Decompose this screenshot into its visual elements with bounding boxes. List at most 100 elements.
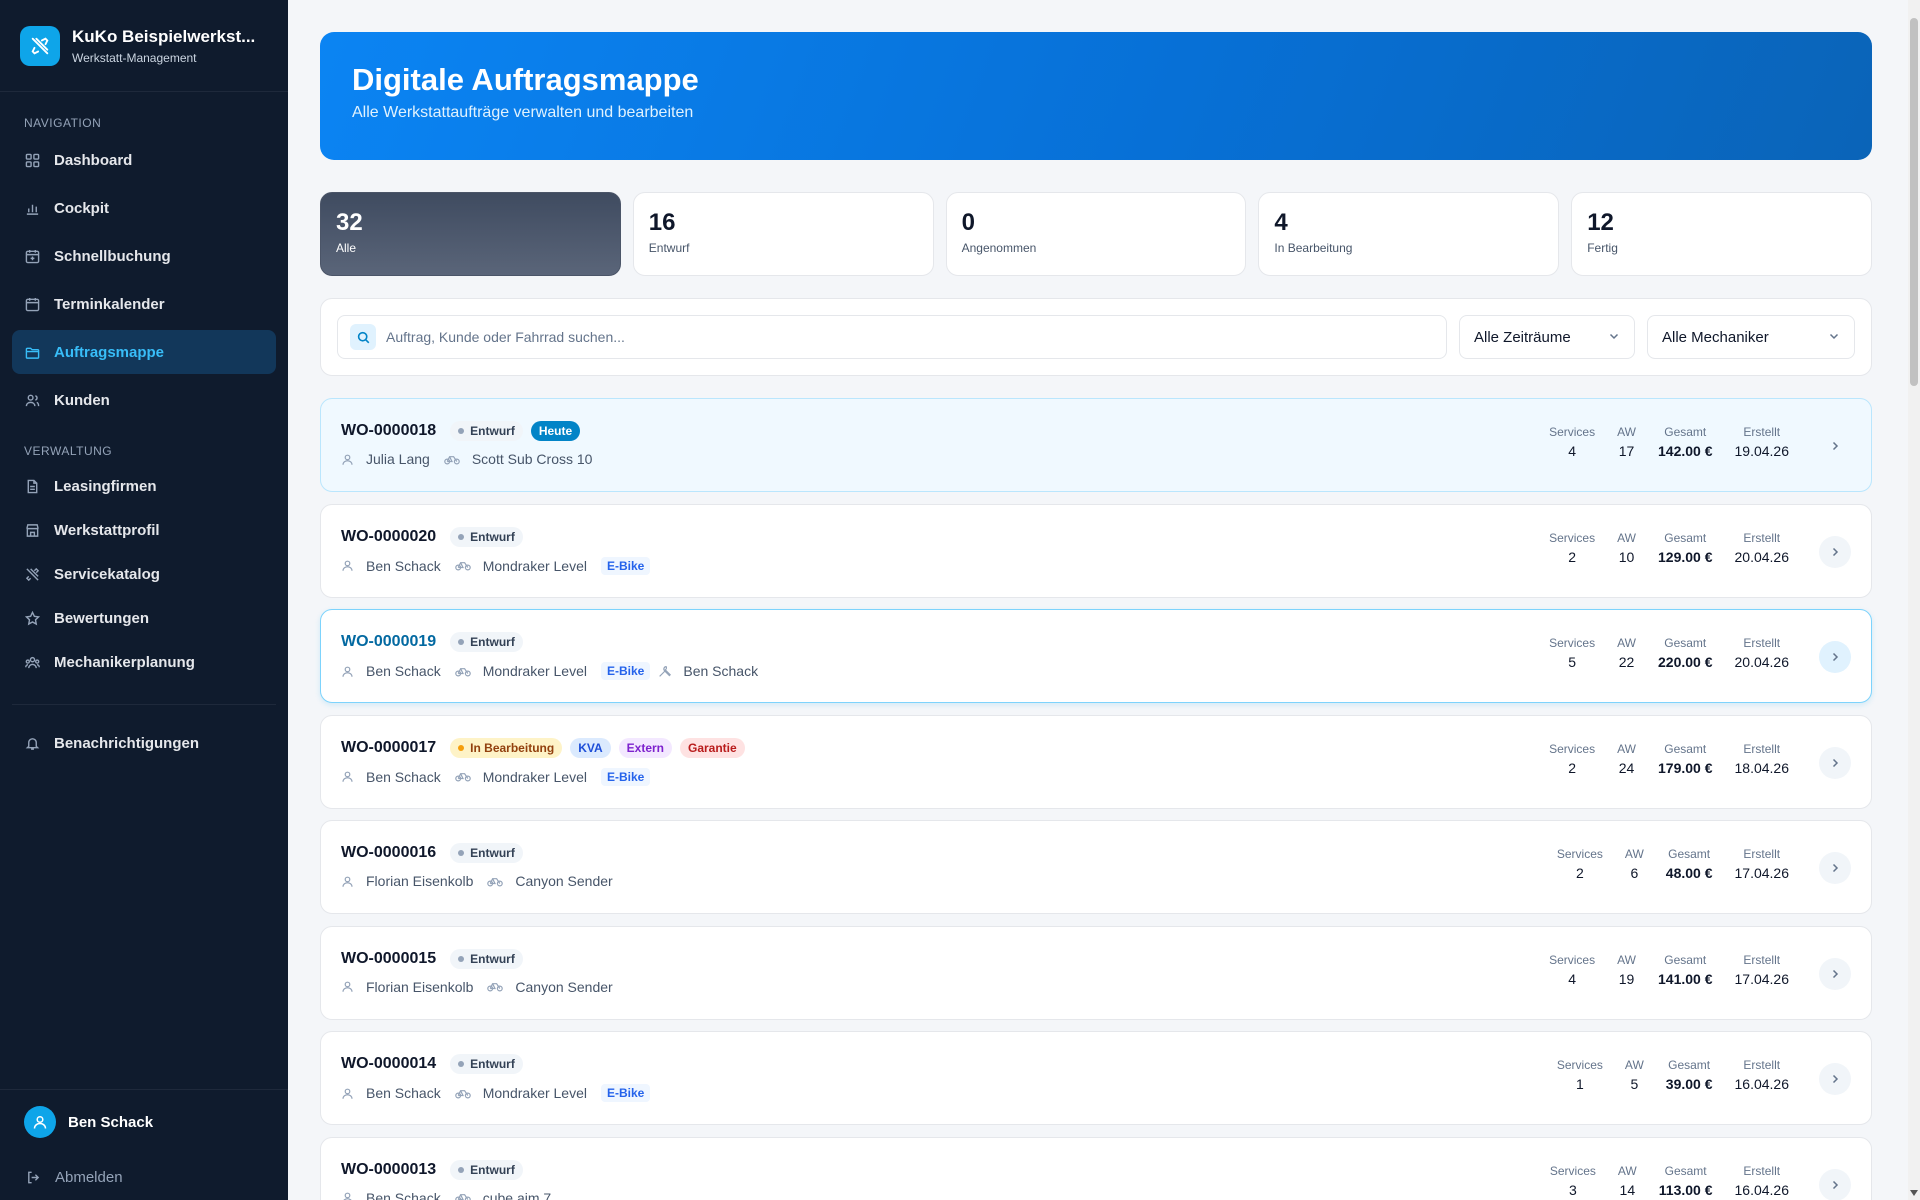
sidebar-item-terminkalender[interactable]: Terminkalender <box>12 282 276 326</box>
sidebar-item-cockpit[interactable]: Cockpit <box>12 186 276 230</box>
order-bike: Canyon Sender <box>487 979 613 995</box>
customer-name: Ben Schack <box>366 557 441 574</box>
user-profile[interactable]: Ben Schack <box>0 1090 288 1154</box>
scrollbar-thumb[interactable] <box>1910 18 1918 386</box>
metric-created: Erstellt 16.04.26 <box>1735 1058 1790 1092</box>
status-badge: Entwurf <box>450 948 523 969</box>
metric-label: Services <box>1549 741 1596 756</box>
order-id[interactable]: WO-0000018 <box>341 422 436 440</box>
metric-services: Services 4 <box>1549 425 1595 459</box>
order-customer: Ben Schack <box>341 1190 441 1200</box>
sidebar-item-leasingfirmen[interactable]: Leasingfirmen <box>12 464 276 508</box>
metric-services: Services 3 <box>1550 1164 1596 1198</box>
search-box[interactable] <box>337 315 1447 359</box>
brand-subtitle: Werkstatt-Management <box>72 50 197 65</box>
stat-count: 0 <box>961 209 975 236</box>
metric-value: 39.00 € <box>1665 1076 1713 1092</box>
metric-total: Gesamt 39.00 € <box>1666 1058 1713 1092</box>
order-bike: Mondraker Level <box>454 558 587 574</box>
metric-label: Erstellt <box>1743 636 1781 650</box>
stat-tab-fertig[interactable]: 12 Fertig <box>1571 192 1872 276</box>
open-order-chevron-icon[interactable] <box>1819 957 1851 990</box>
sidebar-item-dashboard[interactable]: Dashboard <box>12 138 276 182</box>
order-card[interactable]: WO-0000017 In Bearbeitung KVA Extern Garan… <box>320 714 1872 809</box>
order-id[interactable]: WO-0000017 <box>341 739 436 757</box>
tools-logo-icon <box>20 25 60 66</box>
order-id[interactable]: WO-0000014 <box>341 1055 436 1073</box>
order-customer: Ben Schack <box>341 769 441 785</box>
metric-aw: AW 10 <box>1617 531 1636 565</box>
status-label: Entwurf <box>470 424 515 438</box>
metric-value: 20.04.26 <box>1734 654 1790 670</box>
order-id[interactable]: WO-0000015 <box>341 950 436 968</box>
sidebar-item-servicekatalog[interactable]: Servicekatalog <box>12 552 276 596</box>
open-order-chevron-icon[interactable] <box>1819 535 1851 568</box>
customer-name: Ben Schack <box>366 1189 441 1200</box>
metric-value: 22 <box>1618 654 1635 670</box>
bell-icon <box>24 735 40 751</box>
page-subtitle: Alle Werkstattaufträge verwalten und bea… <box>352 104 694 121</box>
metric-label: Gesamt <box>1664 636 1707 650</box>
order-card[interactable]: WO-0000016 Entwurf Florian Eisenkolb Can… <box>320 820 1872 914</box>
metric-value: 19 <box>1618 970 1635 987</box>
period-select[interactable]: Alle Zeiträume <box>1459 315 1635 359</box>
admin-section-label: Verwaltung <box>24 444 113 458</box>
customer-name: Florian Eisenkolb <box>366 873 474 889</box>
open-order-chevron-icon[interactable] <box>1819 641 1851 673</box>
metric-label: Erstellt <box>1743 952 1781 967</box>
logout-button[interactable]: Abmelden <box>0 1154 288 1200</box>
order-card[interactable]: WO-0000013 Entwurf Ben Schack cube aim 7… <box>320 1136 1872 1200</box>
metric-label: AW <box>1617 952 1636 967</box>
open-order-chevron-icon[interactable] <box>1819 1168 1851 1200</box>
order-id[interactable]: WO-0000020 <box>341 528 436 546</box>
metric-value: 129.00 € <box>1658 548 1713 565</box>
stat-tab-angenommen[interactable]: 0 Angenommen <box>945 192 1247 276</box>
sidebar-item-benachrichtigungen[interactable]: Benachrichtigungen <box>12 721 276 765</box>
tag-badge: KVA <box>570 737 611 758</box>
sidebar-item-kunden[interactable]: Kunden <box>12 378 276 422</box>
brand[interactable]: KuKo Beispielwerkst... Werkstatt-Managem… <box>0 0 288 92</box>
open-order-chevron-icon[interactable] <box>1819 852 1851 884</box>
sidebar-item-auftragsmappe[interactable]: Auftragsmappe <box>12 330 276 374</box>
metric-value: 142.00 € <box>1658 443 1713 459</box>
order-id[interactable]: WO-0000019 <box>341 633 436 651</box>
order-id[interactable]: WO-0000016 <box>341 844 436 862</box>
order-card[interactable]: WO-0000015 Entwurf Florian Eisenkolb Can… <box>320 925 1872 1020</box>
order-id[interactable]: WO-0000013 <box>341 1161 436 1179</box>
order-card[interactable]: WO-0000014 Entwurf Ben Schack Mondraker … <box>320 1031 1872 1125</box>
bike-name: Mondraker Level <box>482 663 587 679</box>
sidebar-item-werkstattprofil[interactable]: Werkstattprofil <box>12 508 276 552</box>
order-metrics: Services 4 AW 19 Gesamt 141.00 € Erstellt 17… <box>1549 953 1789 987</box>
ebike-badge: E-Bike <box>601 556 651 575</box>
metric-value: 220.00 € <box>1658 654 1713 670</box>
sidebar-item-mechanikerplanung[interactable]: Mechanikerplanung <box>12 640 276 684</box>
sidebar-item-bewertungen[interactable]: Bewertungen <box>12 596 276 640</box>
mechanic-select[interactable]: Alle Mechaniker <box>1647 315 1855 359</box>
order-bike: Mondraker Level <box>454 769 587 785</box>
scrollbar[interactable] <box>1908 0 1920 1200</box>
open-order-chevron-icon[interactable] <box>1819 430 1851 462</box>
sidebar-item-schnellbuchung[interactable]: Schnellbuchung <box>12 234 276 278</box>
order-customer: Ben Schack <box>341 558 441 574</box>
order-customer: Florian Eisenkolb <box>341 979 473 995</box>
user-icon <box>341 770 360 783</box>
order-card[interactable]: WO-0000019 Entwurf Ben Schack Mondraker … <box>320 609 1872 703</box>
stat-tab-alle[interactable]: 32 Alle <box>320 192 621 276</box>
stat-tab-entwurf[interactable]: 16 Entwurf <box>632 192 934 276</box>
order-card[interactable]: WO-0000018 Entwurf Heute Julia Lang Scot… <box>320 398 1872 492</box>
metric-label: Gesamt <box>1664 425 1707 439</box>
order-metrics: Services 5 AW 22 Gesamt 220.00 € Erstellt 20… <box>1549 636 1789 670</box>
stat-label: Entwurf <box>648 241 690 255</box>
search-input[interactable] <box>386 329 1434 345</box>
metric-label: AW <box>1624 1058 1644 1072</box>
wrench-icon <box>658 665 677 678</box>
scroll-down-arrow-icon[interactable] <box>1910 1190 1918 1196</box>
order-card[interactable]: WO-0000020 Entwurf Ben Schack Mondraker … <box>320 503 1872 598</box>
metric-total: Gesamt 179.00 € <box>1658 742 1713 776</box>
open-order-chevron-icon[interactable] <box>1819 746 1851 779</box>
open-order-chevron-icon[interactable] <box>1819 1063 1851 1095</box>
metric-total: Gesamt 220.00 € <box>1658 636 1713 670</box>
bike-icon <box>454 559 477 572</box>
metric-value: 1 <box>1575 1076 1584 1092</box>
stat-tab-in-bearbeitung[interactable]: 4 In Bearbeitung <box>1258 192 1560 276</box>
